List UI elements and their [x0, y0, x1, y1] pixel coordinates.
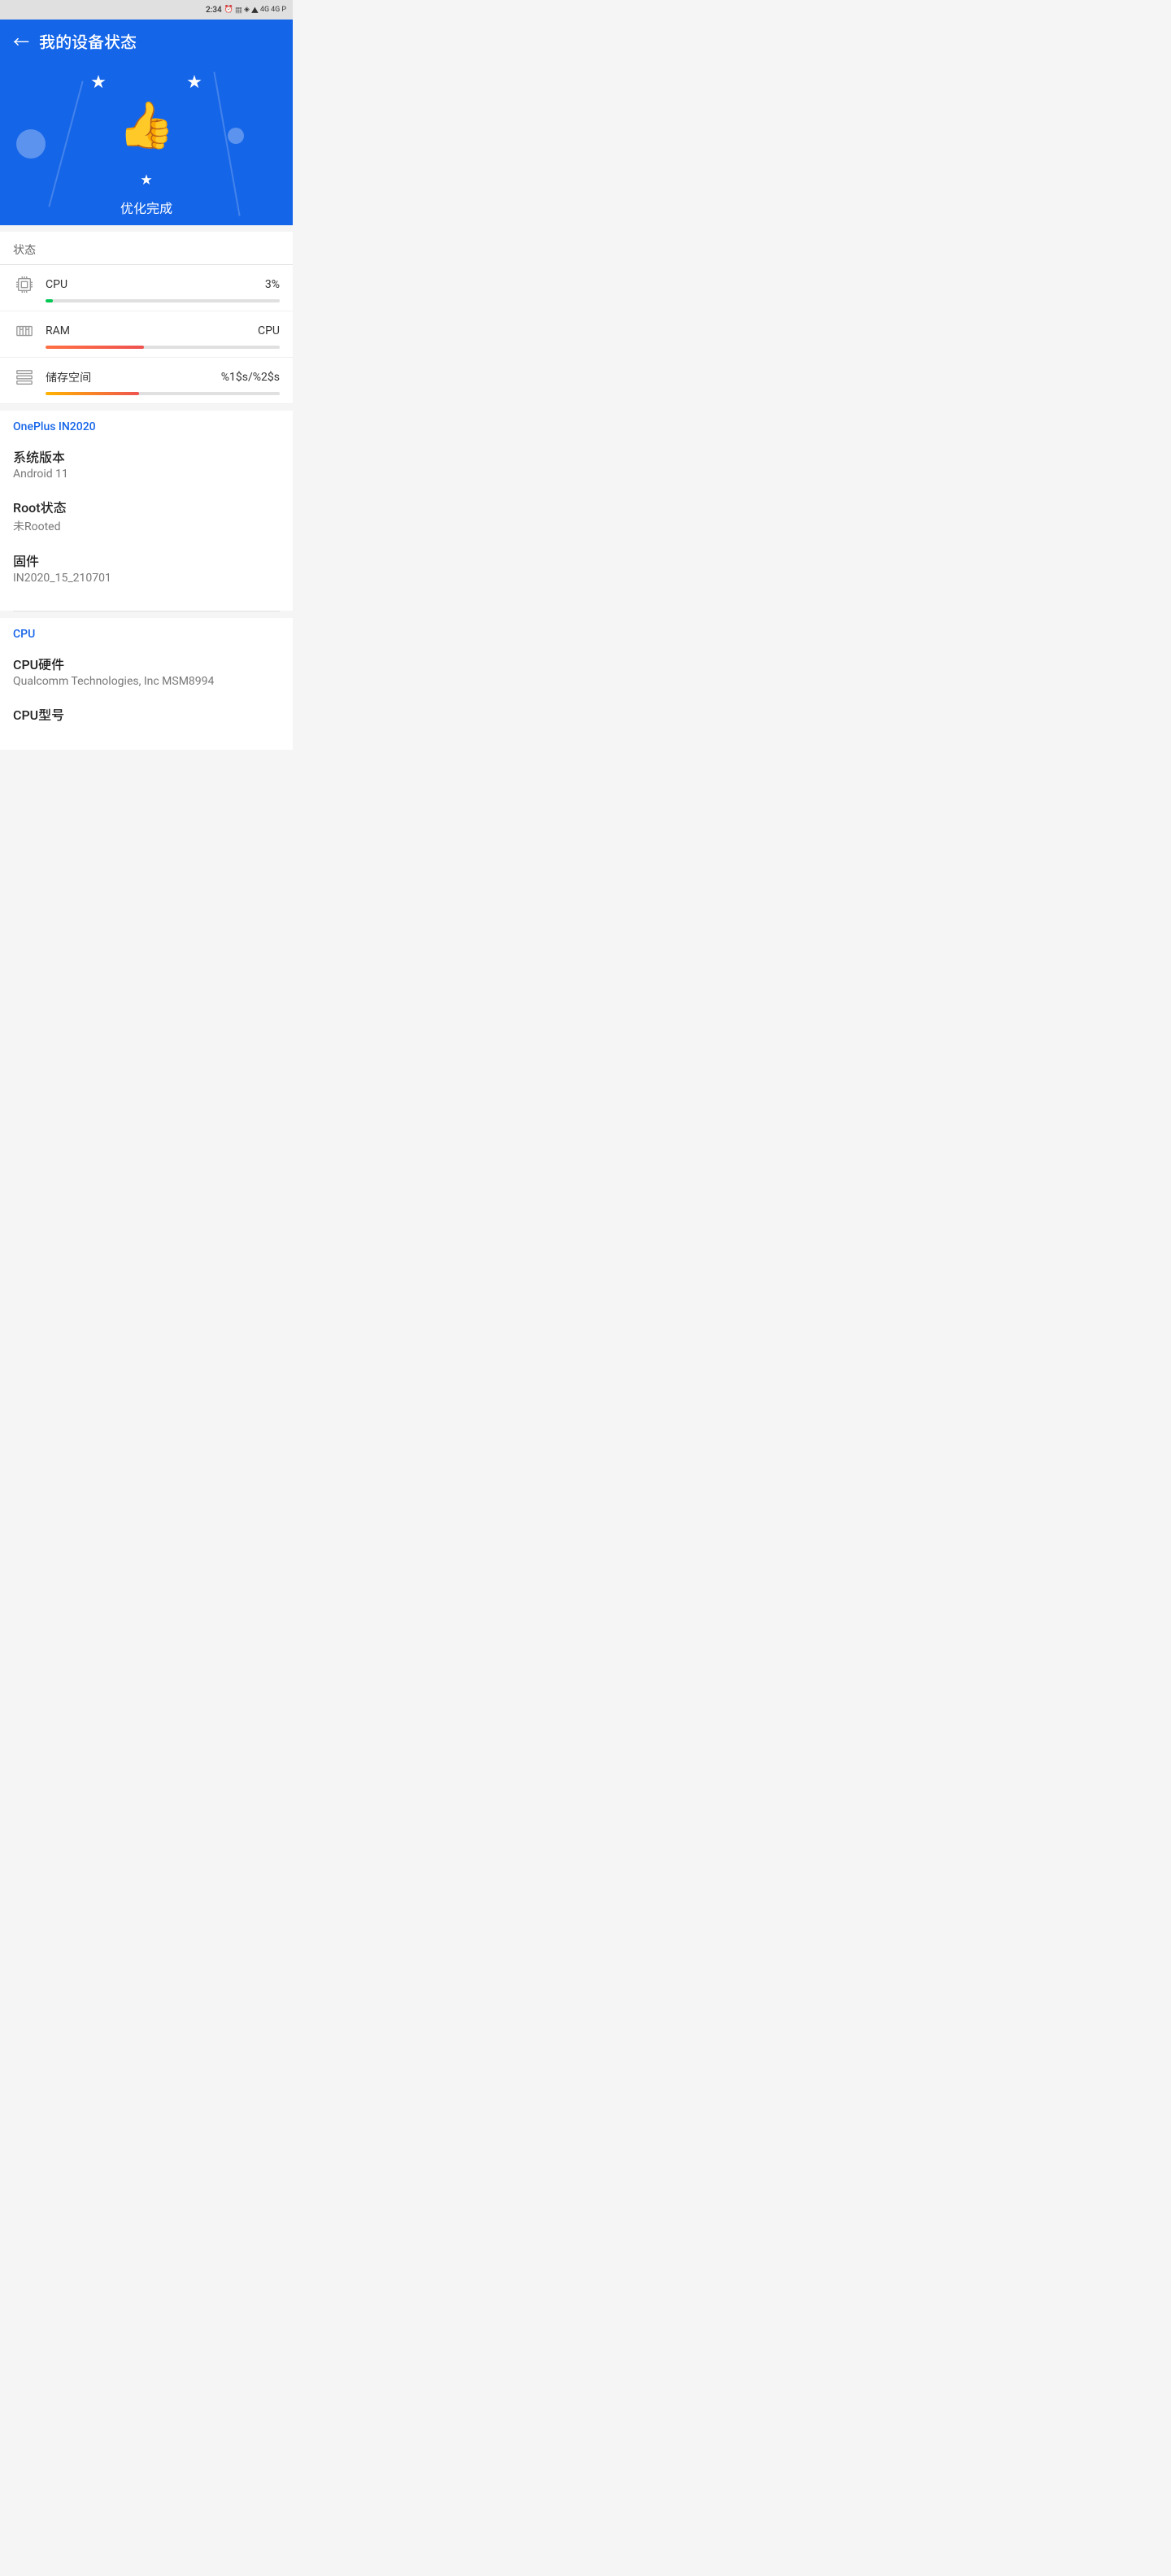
nfc-icon: ◈ [244, 6, 250, 14]
status-time: 2:34 [206, 6, 222, 15]
storage-status-header: 储存空间 %1$s/%2$s [13, 366, 280, 389]
system-version-value: Android 11 [13, 468, 280, 481]
firmware-item: 固件 IN2020_15_210701 [13, 550, 280, 585]
wifi-icon: ▲ [251, 5, 259, 15]
ram-status-header: RAM CPU [13, 320, 280, 342]
status-icons: ⏰ ▦ ◈ ▲ 4G 4G P [224, 5, 286, 15]
cpu-hardware-label: CPU硬件 [13, 654, 280, 673]
cpu-label: CPU [46, 278, 67, 291]
star-icon-left: ★ [91, 71, 106, 92]
cpu-icon [13, 273, 36, 296]
battery-icon: P [281, 6, 286, 14]
cpu-status-item: CPU 3% [0, 265, 293, 311]
status-section-header: 状态 [0, 232, 293, 265]
alarm-icon: ⏰ [224, 6, 233, 14]
hero-decoration-line-right [213, 72, 240, 216]
storage-value: %1$s/%2$s [221, 371, 280, 384]
page-title: 我的设备状态 [39, 29, 137, 53]
storage-status-left: 储存空间 [13, 366, 91, 389]
status-section-title: 状态 [13, 244, 36, 257]
root-status-item: Root状态 未Rooted [13, 497, 280, 534]
star-icon-bottom: ★ [141, 172, 152, 188]
cpu-status-header: CPU 3% [13, 273, 280, 296]
optimization-complete-text: 优化完成 [120, 198, 172, 217]
cpu-section-title: CPU [13, 628, 280, 641]
cpu-status-left: CPU [13, 273, 67, 296]
cpu-model-item: CPU型号 [13, 704, 280, 724]
cpu-hardware-item: CPU硬件 Qualcomm Technologies, Inc MSM8994 [13, 654, 280, 688]
signal-icon: ▦ [235, 5, 242, 15]
root-status-value: 未Rooted [13, 518, 280, 534]
firmware-value: IN2020_15_210701 [13, 572, 280, 585]
hero-stars-bottom: ★ [141, 155, 152, 188]
hero-decoration-circle-right [228, 128, 244, 144]
system-version-label: 系统版本 [13, 446, 280, 466]
ram-value: CPU [258, 324, 280, 337]
firmware-label: 固件 [13, 550, 280, 570]
system-version-item: 系统版本 Android 11 [13, 446, 280, 481]
cpu-hardware-value: Qualcomm Technologies, Inc MSM8994 [13, 675, 280, 688]
ram-status-left: RAM [13, 320, 70, 342]
cpu-section: CPU CPU硬件 Qualcomm Technologies, Inc MSM… [0, 618, 293, 750]
hero-banner: ★ ★ 👍 ★ 优化完成 [0, 63, 293, 225]
hero-stars-top: ★ ★ [91, 71, 202, 92]
status-section: 状态 CPU 3% [0, 232, 293, 404]
cpu-progress-container [46, 299, 280, 302]
cpu-value: 3% [265, 278, 280, 291]
4g-icon-1: 4G [260, 6, 269, 14]
root-status-label: Root状态 [13, 497, 280, 516]
thumbs-up-icon: 👍 [118, 98, 175, 152]
ram-progress-container [46, 346, 280, 349]
storage-status-item: 储存空间 %1$s/%2$s [0, 358, 293, 404]
cpu-model-label: CPU型号 [13, 704, 280, 724]
device-model: OnePlus IN2020 [13, 420, 280, 433]
device-section: OnePlus IN2020 系统版本 Android 11 Root状态 未R… [0, 411, 293, 611]
star-icon-right: ★ [187, 71, 202, 92]
cpu-progress-fill [46, 299, 53, 302]
hero-decoration-line-left [48, 80, 83, 207]
hero-decoration-circle-left [16, 129, 46, 159]
storage-progress-fill [46, 392, 139, 395]
ram-icon [13, 320, 36, 342]
storage-label: 储存空间 [46, 369, 91, 385]
app-header: ← 我的设备状态 [0, 20, 293, 63]
storage-icon [13, 366, 36, 389]
ram-progress-fill [46, 346, 144, 349]
storage-progress-container [46, 392, 280, 395]
status-bar: 2:34 ⏰ ▦ ◈ ▲ 4G 4G P [0, 0, 293, 20]
ram-status-item: RAM CPU [0, 311, 293, 358]
4g-icon-2: 4G [271, 6, 280, 14]
back-button[interactable]: ← [13, 29, 29, 53]
ram-label: RAM [46, 324, 70, 337]
hero-content: ★ ★ 👍 ★ 优化完成 [91, 71, 202, 217]
